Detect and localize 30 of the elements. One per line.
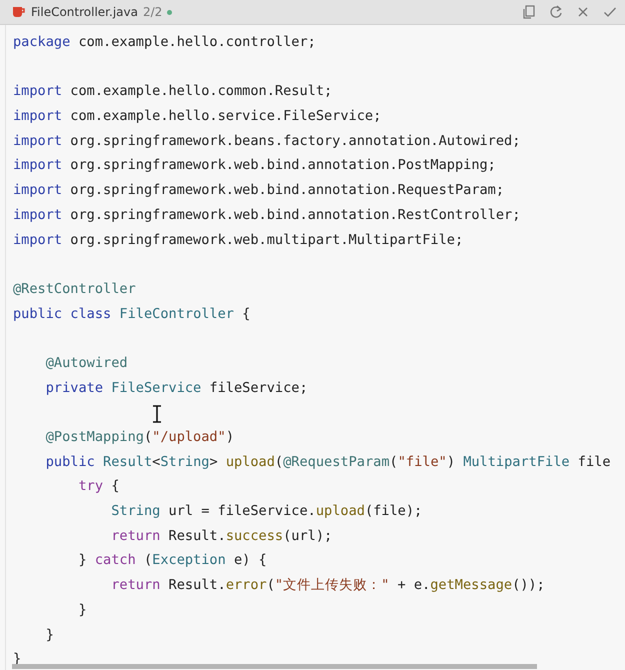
code-line: import org.springframework.web.bind.annotation.PostMapping;: [13, 156, 496, 176]
code-line: } catch (Exception e) {: [77, 551, 267, 570]
code-line: public class FileController {: [13, 304, 250, 324]
code-line: import com.example.hello.service.FileService;: [13, 107, 382, 126]
code-line: @PostMapping("/upload"): [44, 428, 234, 447]
check-icon[interactable]: [603, 5, 617, 19]
code-line: import com.example.hello.common.Result;: [13, 82, 332, 102]
code-line: return Result.success(url);: [110, 526, 332, 546]
close-icon[interactable]: [576, 5, 590, 19]
code-line: import org.springframework.web.multipart.MultipartFile;: [13, 230, 464, 250]
code-line: try {: [77, 477, 120, 496]
code-line: @RestController: [13, 280, 136, 299]
diff-counter: 2/2: [142, 5, 162, 19]
code-line: }: [44, 626, 54, 644]
code-line: private FileService fileService;: [44, 378, 308, 398]
tab-title[interactable]: FileController.java: [31, 5, 138, 19]
copy-icon[interactable]: [522, 5, 536, 19]
text-cursor-icon: [152, 405, 162, 423]
code-line: }: [77, 600, 87, 620]
code-line: @Autowired: [44, 354, 128, 373]
scrollbar[interactable]: [12, 664, 537, 669]
code-line: import org.springframework.beans.factory.annotation.Autowired;: [13, 132, 520, 151]
code-line: import org.springframework.web.bind.annotation.RestController;: [13, 206, 520, 225]
code-line: import org.springframework.web.bind.annotation.RequestParam;: [13, 181, 504, 200]
code-line: public Result<String> upload(@RequestParam("file") MultipartFile file: [44, 452, 611, 472]
coffee-cup-icon: [12, 5, 26, 19]
code-line: String url = fileService.upload(file);: [110, 502, 422, 522]
refresh-icon[interactable]: [549, 5, 563, 19]
code-line: return Result.error("文件上传失败：" + e.getMessage());: [110, 576, 545, 596]
code-line: package com.example.hello.controller;: [13, 33, 316, 52]
